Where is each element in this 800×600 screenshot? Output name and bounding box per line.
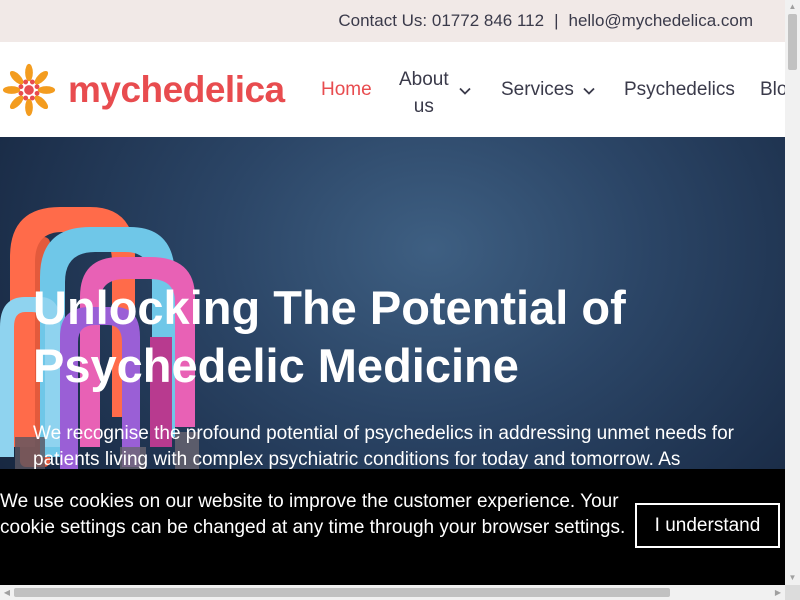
nav-item-services-label: Services — [501, 79, 574, 100]
hero-title-line2: Psychedelic Medicine — [33, 339, 519, 392]
site-header: mychedelica Home About us Services Psych… — [0, 42, 785, 137]
horizontal-scrollbar[interactable]: ◀ ▶ — [0, 585, 785, 600]
nav-item-about-label-line2: us — [413, 96, 434, 117]
scrollbar-corner — [785, 585, 800, 600]
vertical-scrollbar[interactable]: ▲ ▼ — [785, 0, 800, 585]
hero-title: Unlocking The Potential of Psychedelic M… — [33, 279, 733, 395]
vertical-scrollbar-thumb[interactable] — [788, 14, 797, 70]
top-contact-bar: Contact Us: 01772 846 112 | hello@mychedel… — [0, 0, 785, 42]
cookie-message: We use cookies on our website to improve… — [0, 491, 626, 538]
contact-info: Contact Us: 01772 846 112 | hello@mychedel… — [338, 11, 753, 31]
nav-item-about[interactable]: About us — [399, 66, 449, 120]
contact-phone-link[interactable]: Contact Us: 01772 846 112 — [338, 11, 544, 30]
page-viewport: Contact Us: 01772 846 112 | hello@mychedel… — [0, 0, 785, 585]
scroll-right-arrow-icon[interactable]: ▶ — [771, 585, 785, 600]
scroll-up-arrow-icon[interactable]: ▲ — [785, 0, 800, 14]
chevron-down-icon[interactable] — [582, 84, 596, 98]
chevron-down-icon[interactable] — [458, 84, 472, 98]
contact-email-link[interactable]: hello@mychedelica.com — [568, 11, 753, 30]
cookie-banner: We use cookies on our website to improve… — [0, 469, 785, 585]
scroll-left-arrow-icon[interactable]: ◀ — [0, 585, 14, 600]
cookie-accept-button[interactable]: I understand — [635, 503, 780, 548]
main-nav: Home About us Services Psychedelics Blo — [0, 42, 785, 137]
hero-title-line1: Unlocking The Potential of — [33, 281, 626, 334]
nav-item-psychedelics[interactable]: Psychedelics — [624, 79, 735, 101]
horizontal-scrollbar-thumb[interactable] — [14, 588, 670, 597]
nav-item-services[interactable]: Services — [501, 79, 574, 101]
nav-item-about-label-line1: About — [399, 69, 449, 90]
hero-description: We recognise the profound potential of p… — [33, 423, 734, 470]
nav-item-home[interactable]: Home — [321, 79, 372, 101]
scroll-down-arrow-icon[interactable]: ▼ — [785, 571, 800, 585]
contact-separator: | — [554, 11, 559, 30]
nav-item-blog[interactable]: Blo — [760, 79, 785, 101]
